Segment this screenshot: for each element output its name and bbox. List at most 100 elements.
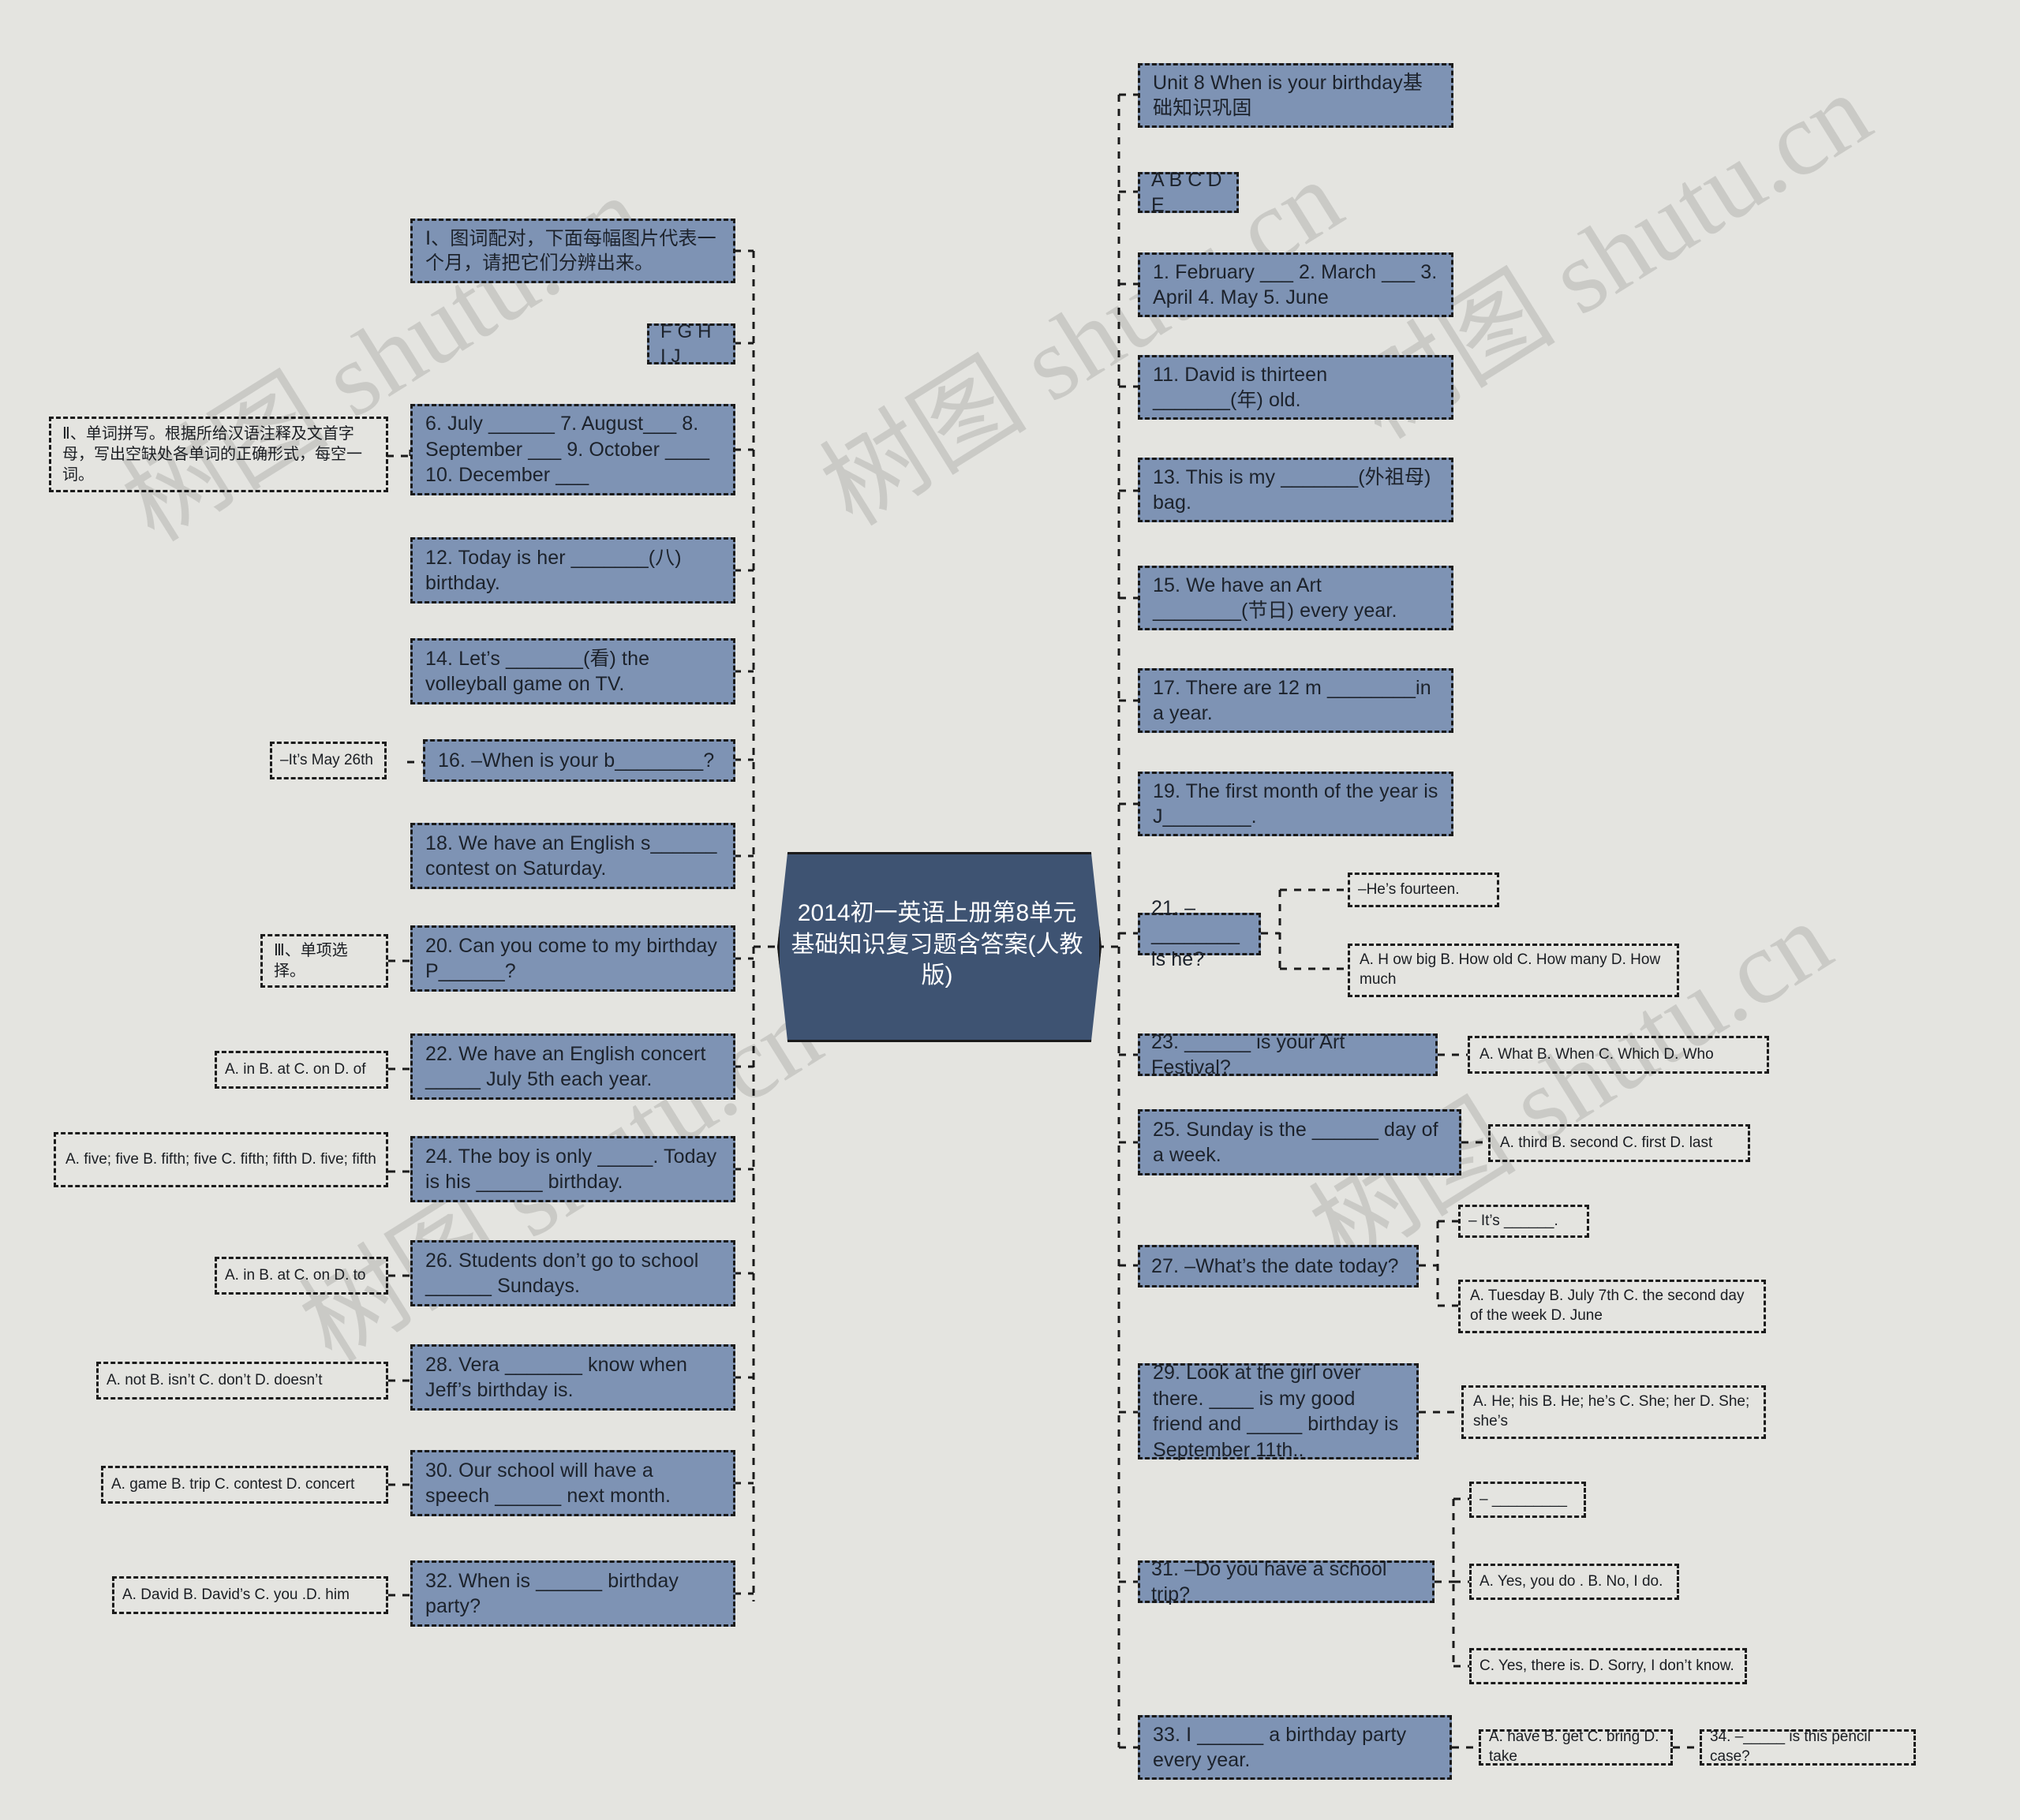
section-label-1-text: Ⅱ、单词拼写。根据所给汉语注释及文首字母，写出空缺处各单词的正确形式，每空一词。	[62, 425, 362, 484]
node-q32-text: 32. When is ______ birthday party?	[425, 1569, 679, 1618]
node-q1-text: 1. February ___ 2. March ___ 3. April 4.…	[1153, 260, 1438, 309]
node-q14-text: 14. Let’s _______(看) the volleyball game…	[425, 647, 650, 696]
node-q26[interactable]: 26. Students don’t go to school ______ S…	[410, 1240, 735, 1306]
root-node-shape[interactable]	[777, 852, 1102, 1042]
node-q28-text: 28. Vera _______ know when Jeff’s birthd…	[425, 1353, 688, 1402]
answer-q33-options-text: A. have B. get C. bring D. take	[1489, 1728, 1659, 1765]
node-q19[interactable]: 19. The first month of the year is J____…	[1138, 772, 1453, 836]
node-q17-text: 17. There are 12 m ________in a year.	[1153, 676, 1431, 725]
node-unit-title-text: Unit 8 When is your birthday基础知识巩固	[1153, 71, 1423, 120]
node-q23-text: 23. ______ is your Art Festival?	[1151, 1030, 1345, 1079]
node-q33[interactable]: 33. I ______ a birthday party every year…	[1138, 1715, 1452, 1780]
node-q18-text: 18. We have an English s______ contest o…	[425, 832, 717, 880]
node-abcde[interactable]: A B C D E	[1138, 169, 1239, 216]
node-q6[interactable]: 6. July ______ 7. August___ 8. September…	[410, 404, 735, 495]
answer-q25-options[interactable]: A. third B. second C. first D. last	[1488, 1124, 1750, 1162]
mindmap-canvas: 树图 shutu.cn 树图 shutu.cn 树图 shutu.cn 树图 s…	[0, 0, 2020, 1820]
node-q12-text: 12. Today is her _______(八) birthday.	[425, 546, 682, 595]
node-q30-text: 30. Our school will have a speech ______…	[425, 1459, 671, 1508]
answer-q32[interactable]: A. David B. David’s C. you .D. him	[112, 1576, 388, 1614]
section-label-3[interactable]: Ⅲ、单项选择。	[260, 934, 388, 988]
node-q34-text: 34. –_____ is this pencil case?	[1710, 1728, 1871, 1765]
answer-q22-text: A. in B. at C. on D. of	[225, 1060, 366, 1078]
node-q15-text: 15. We have an Art ________(节日) every ye…	[1153, 574, 1397, 622]
node-q22-text: 22. We have an English concert _____ Jul…	[425, 1042, 706, 1091]
node-q19-text: 19. The first month of the year is J____…	[1153, 779, 1438, 828]
node-q21-text: 21. –________ is he?	[1151, 897, 1240, 971]
answer-q21-options-text: A. H ow big B. How old C. How many D. Ho…	[1360, 951, 1661, 988]
node-unit-title[interactable]: Unit 8 When is your birthday基础知识巩固	[1138, 63, 1453, 128]
answer-q16-text: –It’s May 26th	[280, 751, 373, 768]
node-q28[interactable]: 28. Vera _______ know when Jeff’s birthd…	[410, 1344, 735, 1411]
answer-q23-options[interactable]: A. What B. When C. Which D. Who	[1468, 1036, 1769, 1074]
answer-q24[interactable]: A. five; five B. fifth; five C. fifth; f…	[54, 1132, 388, 1187]
answer-q26-text: A. in B. at C. on D. to	[225, 1266, 366, 1284]
node-fghij-text: F G H I J	[660, 320, 712, 367]
answer-q16[interactable]: –It’s May 26th	[270, 742, 387, 779]
node-q22[interactable]: 22. We have an English concert _____ Jul…	[410, 1033, 735, 1100]
node-q27-text: 27. –What’s the date today?	[1151, 1254, 1399, 1277]
answer-q31-options-ab-text: A. Yes, you do . B. No, I do.	[1479, 1572, 1663, 1590]
answer-q23-options-text: A. What B. When C. Which D. Who	[1479, 1045, 1714, 1063]
node-q25-text: 25. Sunday is the ______ day of a week.	[1153, 1118, 1438, 1167]
answer-q21-reply-text: –He’s fourteen.	[1358, 880, 1460, 898]
node-q21[interactable]: 21. –________ is he?	[1138, 897, 1261, 970]
node-q31[interactable]: 31. –Do you have a school trip?	[1138, 1558, 1435, 1605]
node-q25[interactable]: 25. Sunday is the ______ day of a week.	[1138, 1109, 1461, 1175]
node-abcde-text: A B C D E	[1151, 168, 1222, 217]
node-q26-text: 26. Students don’t go to school ______ S…	[425, 1249, 699, 1298]
node-q32[interactable]: 32. When is ______ birthday party?	[410, 1560, 735, 1627]
node-q12[interactable]: 12. Today is her _______(八) birthday.	[410, 537, 735, 604]
answer-q31-reply-text: – _________	[1479, 1490, 1567, 1508]
answer-q27-reply[interactable]: – It’s ______.	[1458, 1205, 1589, 1238]
node-q31-text: 31. –Do you have a school trip?	[1151, 1557, 1387, 1606]
answer-q32-text: A. David B. David’s C. you .D. him	[122, 1586, 350, 1603]
node-q30[interactable]: 30. Our school will have a speech ______…	[410, 1450, 735, 1516]
answer-q28[interactable]: A. not B. isn’t C. don’t D. doesn’t	[96, 1362, 388, 1400]
node-q14[interactable]: 14. Let’s _______(看) the volleyball game…	[410, 638, 735, 704]
section-label-1[interactable]: Ⅱ、单词拼写。根据所给汉语注释及文首字母，写出空缺处各单词的正确形式，每空一词。	[49, 417, 388, 492]
watermark: 树图 shutu.cn	[105, 155, 663, 563]
node-q18[interactable]: 18. We have an English s______ contest o…	[410, 823, 735, 889]
answer-q31-options-cd[interactable]: C. Yes, there is. D. Sorry, I don’t know…	[1469, 1648, 1747, 1684]
answer-q31-reply[interactable]: – _________	[1469, 1482, 1586, 1518]
node-q1[interactable]: 1. February ___ 2. March ___ 3. April 4.…	[1138, 252, 1453, 317]
node-q27[interactable]: 27. –What’s the date today?	[1138, 1245, 1419, 1287]
node-q6-text: 6. July ______ 7. August___ 8. September…	[425, 413, 710, 487]
node-q13-text: 13. This is my _______(外祖母) bag.	[1153, 465, 1431, 514]
answer-q27-options-text: A. Tuesday B. July 7th C. the second day…	[1470, 1287, 1745, 1324]
node-q24[interactable]: 24. The boy is only _____. Today is his …	[410, 1136, 735, 1202]
answer-q27-options[interactable]: A. Tuesday B. July 7th C. the second day…	[1458, 1280, 1766, 1333]
answer-q25-options-text: A. third B. second C. first D. last	[1500, 1134, 1713, 1151]
node-q29[interactable]: 29. Look at the girl over there. ____ is…	[1138, 1362, 1419, 1461]
node-q24-text: 24. The boy is only _____. Today is his …	[425, 1145, 717, 1194]
node-q20-text: 20. Can you come to my birthday P______?	[425, 934, 717, 983]
node-q20[interactable]: 20. Can you come to my birthday P______?	[410, 925, 735, 992]
answer-q22[interactable]: A. in B. at C. on D. of	[215, 1051, 388, 1089]
node-instruction-1-text: Ⅰ、图词配对，下面每幅图片代表一个月，请把它们分辨出来。	[425, 227, 716, 274]
answer-q29-options[interactable]: A. He; his B. He; he’s C. She; her D. Sh…	[1461, 1385, 1766, 1439]
node-q15[interactable]: 15. We have an Art ________(节日) every ye…	[1138, 566, 1453, 630]
node-q23[interactable]: 23. ______ is your Art Festival?	[1138, 1031, 1438, 1078]
node-fghij[interactable]: F G H I J	[647, 321, 735, 367]
answer-q33-options[interactable]: A. have B. get C. bring D. take	[1479, 1728, 1673, 1766]
node-q33-text: 33. I ______ a birthday party every year…	[1153, 1723, 1407, 1772]
answer-q29-options-text: A. He; his B. He; he’s C. She; her D. Sh…	[1473, 1393, 1750, 1429]
answer-q21-options[interactable]: A. H ow big B. How old C. How many D. Ho…	[1348, 944, 1679, 997]
answer-q30-text: A. game B. trip C. contest D. concert	[111, 1475, 355, 1493]
node-q11-text: 11. David is thirteen _______(年) old.	[1153, 363, 1328, 412]
answer-q26[interactable]: A. in B. at C. on D. to	[215, 1257, 388, 1295]
node-q13[interactable]: 13. This is my _______(外祖母) bag.	[1138, 458, 1453, 522]
answer-q30[interactable]: A. game B. trip C. contest D. concert	[101, 1466, 388, 1504]
answer-q21-reply[interactable]: –He’s fourteen.	[1348, 873, 1499, 907]
node-q16[interactable]: 16. –When is your b________?	[423, 739, 735, 782]
node-q11[interactable]: 11. David is thirteen _______(年) old.	[1138, 355, 1453, 420]
node-q17[interactable]: 17. There are 12 m ________in a year.	[1138, 668, 1453, 733]
node-instruction-1[interactable]: Ⅰ、图词配对，下面每幅图片代表一个月，请把它们分辨出来。	[410, 219, 735, 283]
node-q34[interactable]: 34. –_____ is this pencil case?	[1700, 1728, 1916, 1766]
node-q29-text: 29. Look at the girl over there. ____ is…	[1153, 1362, 1399, 1461]
answer-q27-reply-text: – It’s ______.	[1468, 1212, 1558, 1229]
answer-q24-text: A. five; five B. fifth; five C. fifth; f…	[65, 1150, 376, 1168]
answer-q31-options-ab[interactable]: A. Yes, you do . B. No, I do.	[1469, 1564, 1679, 1600]
section-label-3-text: Ⅲ、单项选择。	[274, 942, 348, 980]
